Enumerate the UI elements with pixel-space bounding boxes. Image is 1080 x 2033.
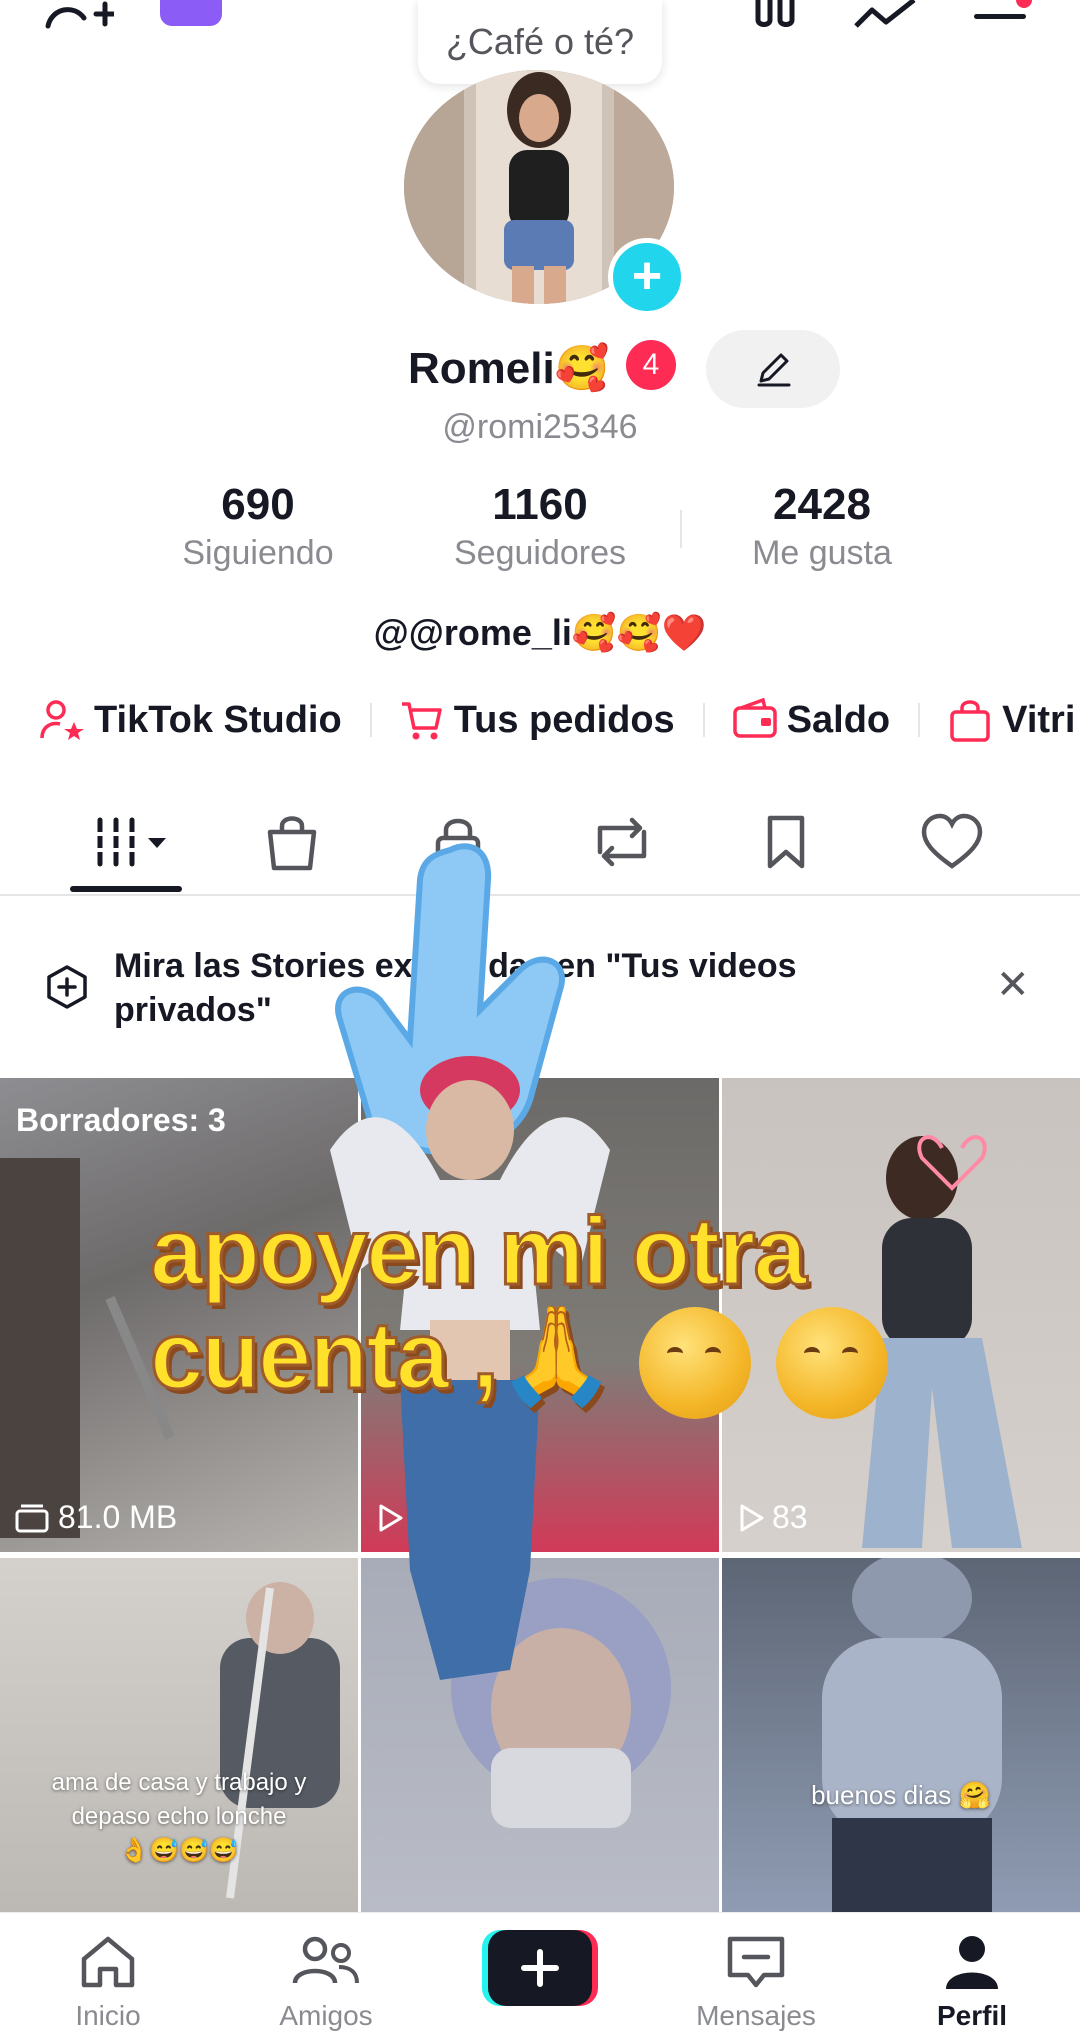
- add-friend-icon[interactable]: [44, 0, 114, 30]
- drafts-icon: [15, 1504, 49, 1532]
- user-star-icon: [40, 700, 84, 740]
- caption-line: 👌😅😅😅: [119, 1837, 239, 1864]
- nav-messages[interactable]: Mensajes: [676, 1933, 836, 2032]
- heart-icon: [921, 813, 983, 869]
- banner-line2: privados": [114, 991, 272, 1029]
- profile-name: Romeli🥰: [408, 344, 610, 393]
- link-label: Saldo: [786, 698, 891, 741]
- wallet-icon: [732, 698, 777, 738]
- caption-line: ama de casa y trabajo y: [51, 1769, 307, 1796]
- video-caption: ama de casa y trabajo y depaso echo lonc…: [0, 1766, 358, 1868]
- link-separator: [369, 703, 372, 737]
- stat-following[interactable]: 690 Siguiendo: [128, 480, 388, 573]
- menu-icon[interactable]: [974, 14, 1026, 19]
- link-balance[interactable]: Saldo: [732, 698, 891, 742]
- edit-profile-button[interactable]: [706, 330, 840, 408]
- pencil-icon: [757, 353, 791, 387]
- view-count-value: 83: [772, 1499, 808, 1535]
- stat-followers-value: 1160: [492, 480, 588, 529]
- tab-liked[interactable]: [912, 810, 992, 874]
- nav-home-label: Inicio: [75, 2000, 141, 2031]
- link-label: Vitri: [1002, 698, 1076, 741]
- overlay-line2: cuenta ,🙏: [148, 1302, 617, 1409]
- username: @romi25346: [442, 408, 638, 446]
- nav-profile[interactable]: Perfil: [892, 1933, 1052, 2032]
- menu-notification-dot: [1016, 0, 1032, 8]
- add-story-button[interactable]: +: [608, 238, 686, 316]
- profile-icon: [946, 1936, 998, 1989]
- close-icon[interactable]: ✕: [996, 962, 1030, 1008]
- stat-followers[interactable]: 1160 Seguidores: [410, 480, 670, 573]
- stat-followers-label: Seguidores: [453, 534, 626, 572]
- video-caption: buenos dias 🤗: [811, 1780, 991, 1810]
- link-orders[interactable]: Tus pedidos: [400, 698, 675, 742]
- stat-following-label: Siguiendo: [182, 534, 334, 572]
- friends-icon: [292, 1936, 359, 1984]
- tiktok-music-icon[interactable]: [160, 0, 222, 26]
- tab-favorites[interactable]: [746, 810, 826, 874]
- overlay-caption: apoyen mi otra cuenta ,🙏: [148, 1198, 910, 1419]
- link-tiktok-studio[interactable]: TikTok Studio: [40, 698, 342, 742]
- grid-item-video-6[interactable]: buenos dias 🤗: [722, 1558, 1080, 1912]
- nav-friends-label: Amigos: [279, 2000, 373, 2031]
- grid-icon: [94, 817, 166, 867]
- stat-likes-value: 2428: [773, 480, 871, 529]
- link-label: Tus pedidos: [453, 698, 675, 741]
- nav-friends[interactable]: Amigos: [246, 1933, 406, 2032]
- tab-videos[interactable]: [86, 810, 166, 874]
- home-icon: [81, 1936, 135, 1988]
- stat-likes[interactable]: 2428 Me gusta: [692, 480, 952, 573]
- stat-following-value: 690: [221, 480, 295, 529]
- footprint-icon[interactable]: [750, 0, 800, 28]
- nav-home[interactable]: Inicio: [28, 1933, 188, 2032]
- stats-row: 690 Siguiendo 1160 Seguidores 2428 Me gu…: [0, 480, 1080, 590]
- drafts-size-value: 81.0 MB: [58, 1499, 178, 1535]
- link-separator: [918, 703, 921, 737]
- caption-line: depaso echo lonche: [71, 1803, 287, 1830]
- active-tab-indicator: [70, 886, 182, 892]
- shopping-bag-icon: [267, 816, 317, 871]
- cart-icon: [401, 702, 442, 740]
- bookmark-icon: [767, 815, 805, 869]
- link-label: TikTok Studio: [94, 698, 342, 741]
- stat-divider: [680, 510, 682, 548]
- drafts-label: Borradores: 3: [16, 1102, 226, 1138]
- play-icon: [740, 1504, 764, 1531]
- nav-messages-label: Mensajes: [696, 2000, 816, 2031]
- story-add-icon: [47, 965, 87, 1009]
- create-button[interactable]: [482, 1930, 598, 2006]
- share-icon[interactable]: [852, 0, 922, 30]
- tab-shop[interactable]: [252, 810, 332, 874]
- shopping-bag-icon: [950, 700, 990, 742]
- nav-profile-label: Perfil: [936, 2000, 1008, 2031]
- stat-likes-label: Me gusta: [752, 534, 892, 572]
- link-separator: [702, 703, 705, 737]
- link-showcase[interactable]: Vitri: [948, 698, 1075, 742]
- bio-text[interactable]: @@rome_li🥰🥰❤️: [0, 612, 1080, 654]
- drafts-size: 81.0 MB: [14, 1499, 177, 1536]
- overlay-line1: apoyen mi otra: [149, 1198, 809, 1305]
- view-count: 83: [736, 1499, 808, 1536]
- smiling-face-emoji: [775, 1306, 888, 1419]
- smiling-face-emoji: [638, 1306, 751, 1419]
- creator-links: TikTok Studio Tus pedidos Saldo Vitri: [40, 690, 1080, 750]
- inbox-icon: [727, 1936, 785, 1988]
- notification-badge: 4: [626, 340, 676, 390]
